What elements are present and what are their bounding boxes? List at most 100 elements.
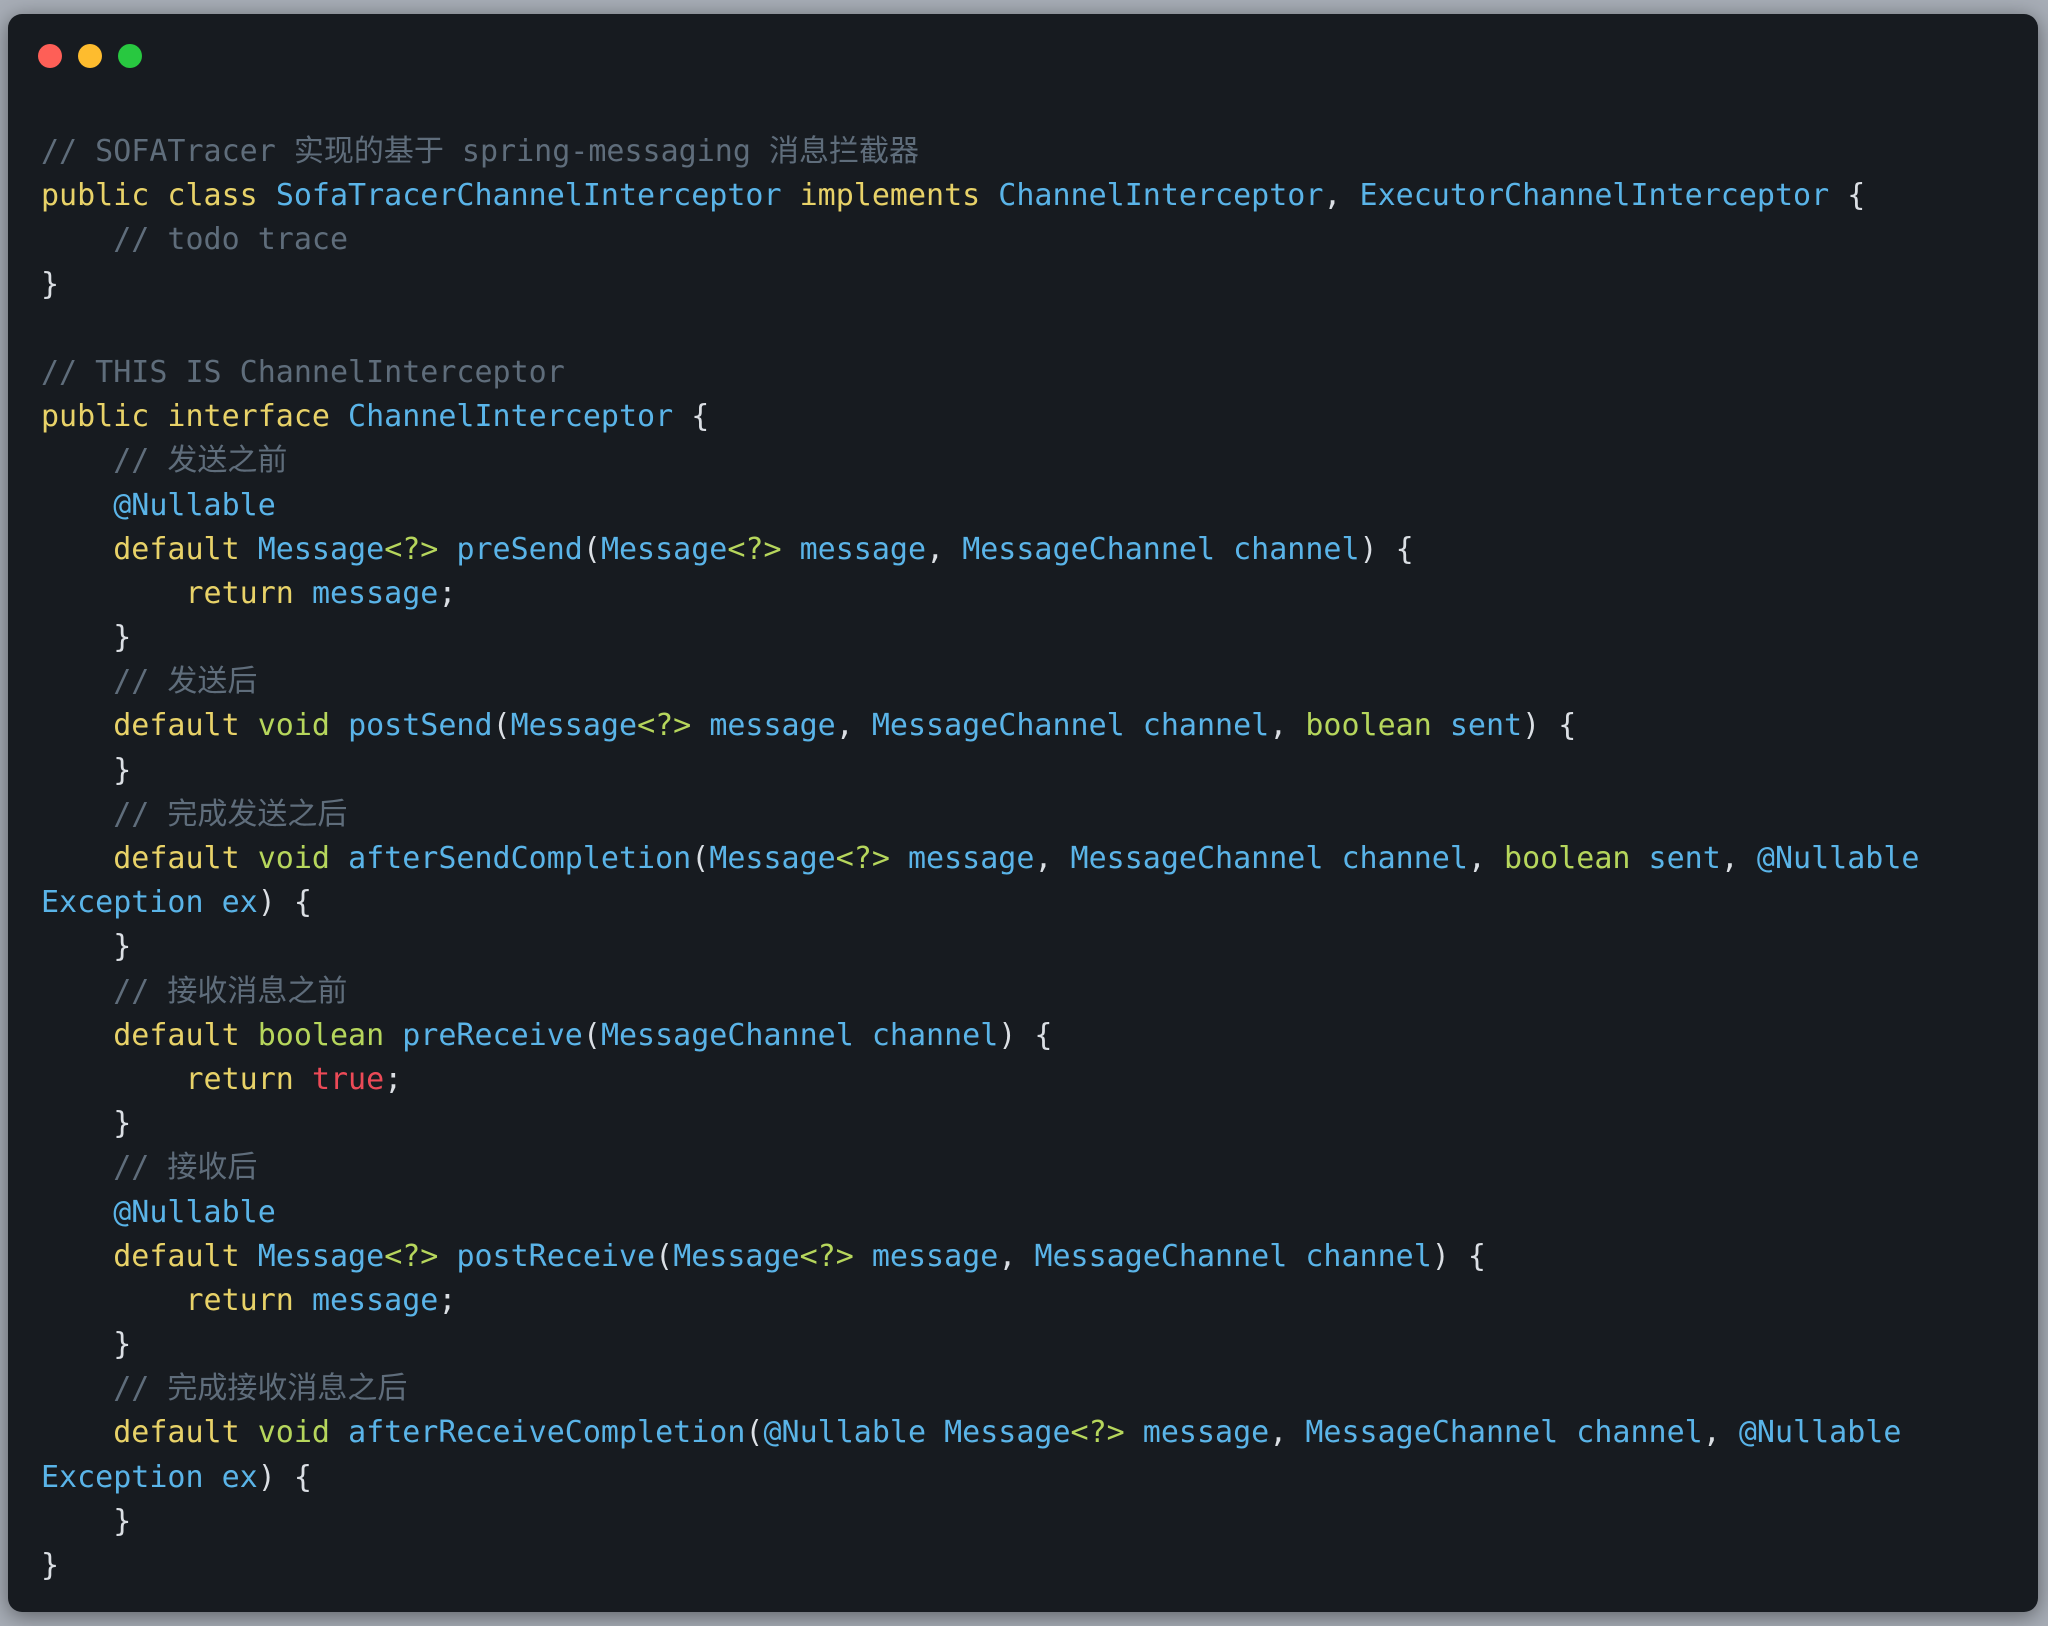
code-token-comment: // 接收后 (113, 1150, 258, 1186)
code-token-punctuation: } (41, 1503, 132, 1539)
code-line: public interface ChannelInterceptor { (41, 395, 1919, 439)
code-token-keyword: default (113, 708, 258, 744)
code-token-punctuation: ( (492, 708, 511, 744)
code-line: } (41, 1500, 1919, 1544)
code-token-punctuation: ( (582, 1017, 601, 1053)
code-token-keyword: return (185, 1061, 312, 1097)
code-token-punctuation: ; (438, 1282, 457, 1318)
code-token-punctuation: , (1269, 1415, 1306, 1451)
code-token-punctuation (854, 1239, 872, 1274)
code-line: @Nullable (41, 484, 1919, 528)
code-token-generic: <?> (727, 531, 782, 567)
maximize-button[interactable] (118, 44, 142, 68)
code-token-punctuation (691, 708, 709, 743)
code-token-generic: <?> (799, 1238, 854, 1274)
code-line: // 接收后 (41, 1146, 1919, 1190)
code-token-punctuation (890, 841, 908, 876)
code-token-identifier: @Nullable (1738, 1415, 1902, 1451)
code-token-punctuation (41, 576, 186, 611)
code-token-generic: <?> (384, 1238, 439, 1274)
code-token-punctuation: ) { (257, 885, 312, 921)
code-line: // todo trace (41, 218, 1919, 262)
code-token-keyword: implements (799, 178, 999, 214)
code-line: // 完成发送之后 (41, 793, 1919, 837)
code-line: // SOFATracer 实现的基于 spring-messaging 消息拦… (41, 130, 1919, 174)
window-titlebar (8, 14, 2038, 94)
code-token-identifier: Message (709, 841, 836, 876)
code-token-keyword: return (185, 1282, 312, 1318)
code-line: return message; (41, 1279, 1919, 1323)
code-token-identifier: Exception ex (41, 1459, 258, 1495)
code-token-primitive-type: boolean (1305, 708, 1450, 744)
code-token-punctuation: } (41, 752, 132, 788)
code-token-punctuation (41, 1150, 113, 1185)
code-token-punctuation (41, 664, 113, 699)
code-token-punctuation: , (1702, 1415, 1739, 1451)
code-token-comment: // 接收消息之前 (113, 973, 348, 1009)
code-token-punctuation: } (41, 1106, 132, 1142)
code-line: default Message<?> preSend(Message<?> me… (41, 528, 1919, 572)
code-line: // 接收消息之前 (41, 970, 1919, 1014)
code-token-punctuation: , (1720, 841, 1757, 876)
code-token-comment: // 发送后 (113, 664, 258, 700)
code-token-punctuation (41, 708, 113, 743)
code-token-punctuation: { (1847, 178, 1866, 214)
code-token-identifier: @Nullable (1756, 841, 1920, 876)
code-token-keyword: default (113, 1017, 258, 1053)
code-token-identifier: preReceive (402, 1017, 583, 1053)
code-token-identifier: MessageChannel channel (871, 708, 1270, 744)
code-token-identifier: ChannelInterceptor (998, 178, 1324, 214)
code-token-identifier: afterSendCompletion (348, 841, 692, 876)
code-token-punctuation (41, 443, 113, 478)
code-line: default void afterSendCompletion(Message… (41, 837, 1919, 881)
code-token-generic: <?> (1070, 1415, 1125, 1451)
code-line: default boolean preReceive(MessageChanne… (41, 1014, 1919, 1058)
code-token-identifier: MessageChannel channel (1305, 1415, 1703, 1451)
code-token-keyword: public class (41, 178, 276, 214)
code-token-punctuation (41, 222, 113, 257)
code-token-primitive-type: void (257, 1415, 349, 1451)
code-token-punctuation (41, 1283, 186, 1318)
code-token-punctuation: ( (691, 841, 710, 876)
code-token-keyword: default (113, 1415, 258, 1451)
code-token-identifier: @Nullable (113, 487, 276, 523)
code-line: public class SofaTracerChannelIntercepto… (41, 174, 1919, 218)
code-line: Exception ex) { (41, 881, 1919, 925)
code-line: return true; (41, 1058, 1919, 1102)
code-token-punctuation: } (41, 929, 132, 965)
code-token-generic: <?> (637, 708, 692, 744)
code-token-identifier: preSend (456, 531, 583, 567)
code-token-identifier: Message (673, 1238, 800, 1274)
code-token-punctuation (782, 532, 800, 567)
code-token-identifier: MessageChannel channel (600, 1017, 999, 1053)
code-token-punctuation (41, 532, 113, 567)
code-token-generic: <?> (835, 841, 890, 876)
code-token-keyword: public interface (41, 399, 349, 435)
code-token-punctuation: , (1034, 841, 1071, 876)
code-token-punctuation: ) { (1431, 1238, 1486, 1274)
code-token-punctuation: , (1269, 708, 1306, 744)
code-token-identifier: message (1142, 1415, 1270, 1451)
code-line: default void afterReceiveCompletion(@Nul… (41, 1411, 1919, 1455)
code-token-identifier: Message (600, 531, 728, 567)
code-token-comment: // 发送之前 (113, 443, 288, 479)
close-button[interactable] (38, 44, 62, 68)
code-token-punctuation: } (41, 1327, 132, 1363)
code-token-primitive-type: boolean (257, 1017, 403, 1053)
code-token-identifier: Exception ex (41, 885, 258, 921)
code-token-comment: // 完成发送之后 (113, 796, 348, 832)
code-token-identifier: postReceive (456, 1238, 656, 1274)
code-token-punctuation (1125, 1415, 1143, 1450)
code-token-keyword: default (113, 531, 258, 567)
code-token-punctuation: , (835, 708, 872, 744)
code-token-punctuation (438, 1239, 456, 1274)
code-token-punctuation: ) { (1359, 531, 1414, 567)
code-token-identifier: MessageChannel channel (962, 531, 1360, 567)
minimize-button[interactable] (78, 44, 102, 68)
code-token-keyword: return (185, 575, 312, 611)
code-token-punctuation: } (41, 1548, 60, 1583)
code-token-identifier: SofaTracerChannelInterceptor (275, 178, 800, 214)
code-token-identifier: @Nullable (113, 1194, 276, 1230)
code-line: } (41, 616, 1919, 660)
code-token-punctuation: ) { (1522, 708, 1577, 744)
